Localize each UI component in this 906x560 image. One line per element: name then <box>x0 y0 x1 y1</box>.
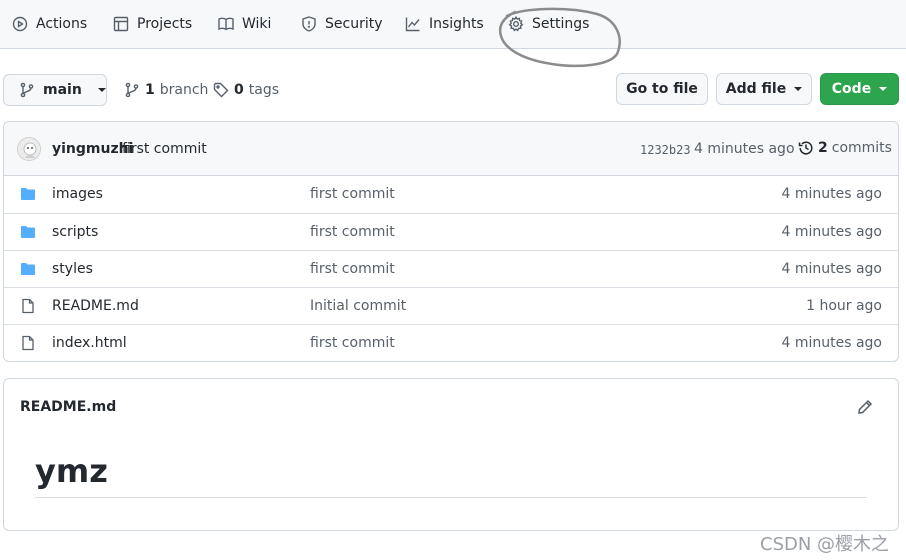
git-branch-icon <box>20 82 34 98</box>
file-commit-time: 4 minutes ago <box>781 261 882 277</box>
go-to-file-button[interactable]: Go to file <box>616 73 708 105</box>
tab-settings[interactable]: Settings <box>508 0 589 48</box>
play-circle-icon <box>12 16 28 32</box>
file-commit-message[interactable]: Initial commit <box>310 298 406 314</box>
file-commit-time: 4 minutes ago <box>781 335 882 351</box>
table-icon <box>113 16 129 32</box>
tab-actions[interactable]: Actions <box>12 0 87 48</box>
file-commit-time: 4 minutes ago <box>781 224 882 240</box>
file-commit-message[interactable]: first commit <box>310 186 395 202</box>
file-row[interactable]: images first commit 4 minutes ago <box>4 176 898 213</box>
file-icon <box>22 298 34 314</box>
edit-readme-button[interactable] <box>857 399 873 415</box>
readme-panel: README.md ymz <box>3 378 899 531</box>
tab-label: Settings <box>532 16 590 32</box>
chevron-down-icon <box>794 87 803 91</box>
commit-time: 4 minutes ago <box>694 141 795 157</box>
tag-icon <box>213 82 229 98</box>
tab-label: Projects <box>137 16 193 32</box>
latest-commit-bar: yingmuzhi first commit 1232b23 4 minutes… <box>4 122 898 176</box>
avatar-image-icon <box>18 138 40 160</box>
file-icon <box>22 335 34 351</box>
tab-wiki[interactable]: Wiki <box>218 0 271 48</box>
file-row[interactable]: index.html first commit 4 minutes ago <box>4 324 898 361</box>
shield-icon <box>302 16 316 32</box>
repo-nav-bar: Actions Projects Wiki Security Insights … <box>0 0 906 49</box>
file-name[interactable]: index.html <box>52 335 127 351</box>
folder-icon <box>21 188 35 200</box>
commit-count: 2 <box>818 140 828 156</box>
commits-history-link[interactable]: 2 commits <box>798 140 892 156</box>
commit-sha[interactable]: 1232b23 <box>640 143 691 157</box>
branches-link[interactable]: 1 branch <box>124 74 208 106</box>
file-row[interactable]: README.md Initial commit 1 hour ago <box>4 287 898 324</box>
chevron-down-icon <box>879 87 888 91</box>
tags-link[interactable]: 0 tags <box>213 74 279 106</box>
git-branch-icon <box>125 82 139 98</box>
file-commit-message[interactable]: first commit <box>310 261 395 277</box>
tab-security[interactable]: Security <box>301 0 383 48</box>
file-commit-time: 4 minutes ago <box>781 186 882 202</box>
file-name[interactable]: README.md <box>52 298 139 314</box>
tab-label: Actions <box>36 16 88 32</box>
file-name[interactable]: styles <box>52 261 93 277</box>
gear-icon <box>508 16 524 32</box>
heading-divider <box>35 497 867 498</box>
branch-word: branch <box>159 82 209 98</box>
history-icon <box>798 141 813 155</box>
tab-label: Security <box>325 16 383 32</box>
tag-word: tags <box>248 82 279 98</box>
commit-message[interactable]: first commit <box>122 141 207 157</box>
pencil-icon <box>858 399 873 414</box>
file-row[interactable]: scripts first commit 4 minutes ago <box>4 213 898 250</box>
branch-select-button[interactable]: main <box>3 74 107 106</box>
folder-icon <box>21 226 35 238</box>
add-file-button[interactable]: Add file <box>716 73 812 105</box>
branch-count: 1 <box>145 82 155 98</box>
book-icon <box>218 17 234 31</box>
file-commit-time: 1 hour ago <box>806 298 882 314</box>
commit-word: commits <box>831 140 892 156</box>
readme-heading: ymz <box>35 452 108 490</box>
code-button[interactable]: Code <box>820 73 899 105</box>
watermark: CSDN @樱木之 <box>760 534 890 555</box>
code-label: Code <box>831 81 872 97</box>
tab-label: Insights <box>429 16 484 32</box>
file-commit-message[interactable]: first commit <box>310 224 395 240</box>
graph-icon <box>405 17 420 32</box>
branch-name: main <box>43 82 82 98</box>
file-name[interactable]: images <box>52 186 103 202</box>
tag-count: 0 <box>234 82 244 98</box>
file-name[interactable]: scripts <box>52 224 98 240</box>
go-to-file-label: Go to file <box>626 81 698 97</box>
readme-title[interactable]: README.md <box>20 399 116 415</box>
file-row[interactable]: styles first commit 4 minutes ago <box>4 250 898 287</box>
file-commit-message[interactable]: first commit <box>310 335 395 351</box>
tab-label: Wiki <box>242 16 272 32</box>
folder-icon <box>21 263 35 275</box>
chevron-down-icon <box>97 88 106 92</box>
file-browser: yingmuzhi first commit 1232b23 4 minutes… <box>3 121 899 362</box>
tab-insights[interactable]: Insights <box>405 0 484 48</box>
add-file-label: Add file <box>725 81 787 97</box>
tab-projects[interactable]: Projects <box>113 0 192 48</box>
avatar[interactable] <box>17 137 41 161</box>
